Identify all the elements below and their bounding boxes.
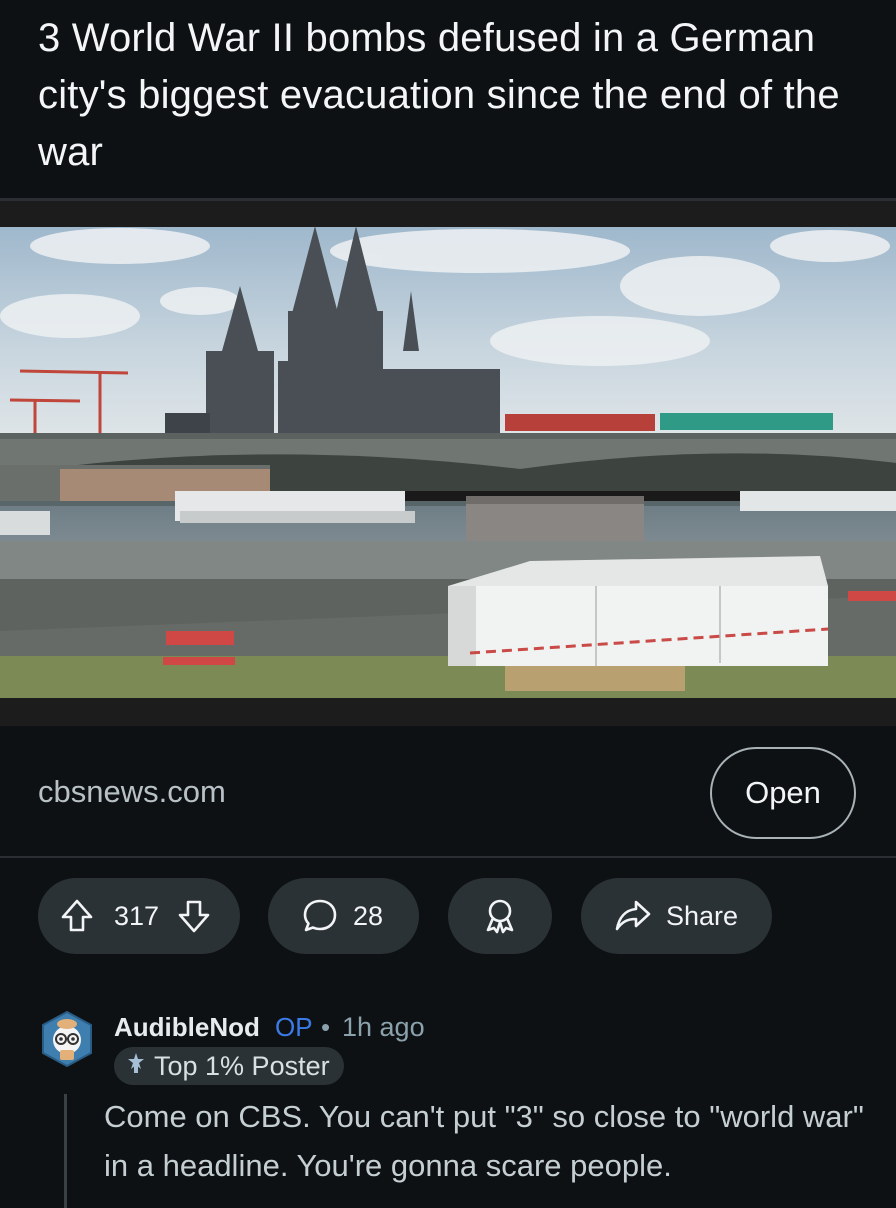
comments-button[interactable]: 28 [268,878,419,954]
link-domain[interactable]: cbsnews.com [38,774,226,810]
op-badge: OP [275,1012,313,1042]
link-bar: cbsnews.com Open [0,726,896,858]
vote-bar: 317 [38,878,240,954]
post-header: 3 World War II bombs defused in a German… [0,0,896,198]
avatar-icon[interactable] [40,1010,94,1068]
comment-body: Come on CBS. You can't put "3" so close … [104,1099,864,1183]
flair-icon [124,1051,148,1082]
downvote-icon[interactable] [177,898,211,934]
upvote-icon[interactable] [60,898,94,934]
flair-label: Top 1% Poster [154,1050,330,1081]
share-icon [614,898,652,934]
post-image[interactable] [0,201,896,726]
thread-line[interactable] [64,1094,67,1208]
share-label: Share [666,900,739,931]
meta-separator: • [321,1012,331,1042]
share-button[interactable]: Share [581,878,772,954]
award-button[interactable] [448,878,552,954]
open-link-button[interactable]: Open [710,747,856,839]
comment-icon [301,897,339,935]
award-icon [483,897,517,935]
post-title[interactable]: 3 World War II bombs defused in a German… [38,10,858,181]
comment-count: 28 [353,900,384,931]
comment-username[interactable]: AudibleNod [114,1012,260,1043]
comment: AudibleNod OP • 1h ago Top 1% Poster Com… [0,1000,896,1208]
cologne-cathedral-photo [0,201,896,726]
post-actions: 317 28 Share [0,878,896,956]
user-flair: Top 1% Poster [114,1047,344,1085]
vote-count: 317 [114,900,160,931]
comment-time: 1h ago [342,1012,425,1042]
